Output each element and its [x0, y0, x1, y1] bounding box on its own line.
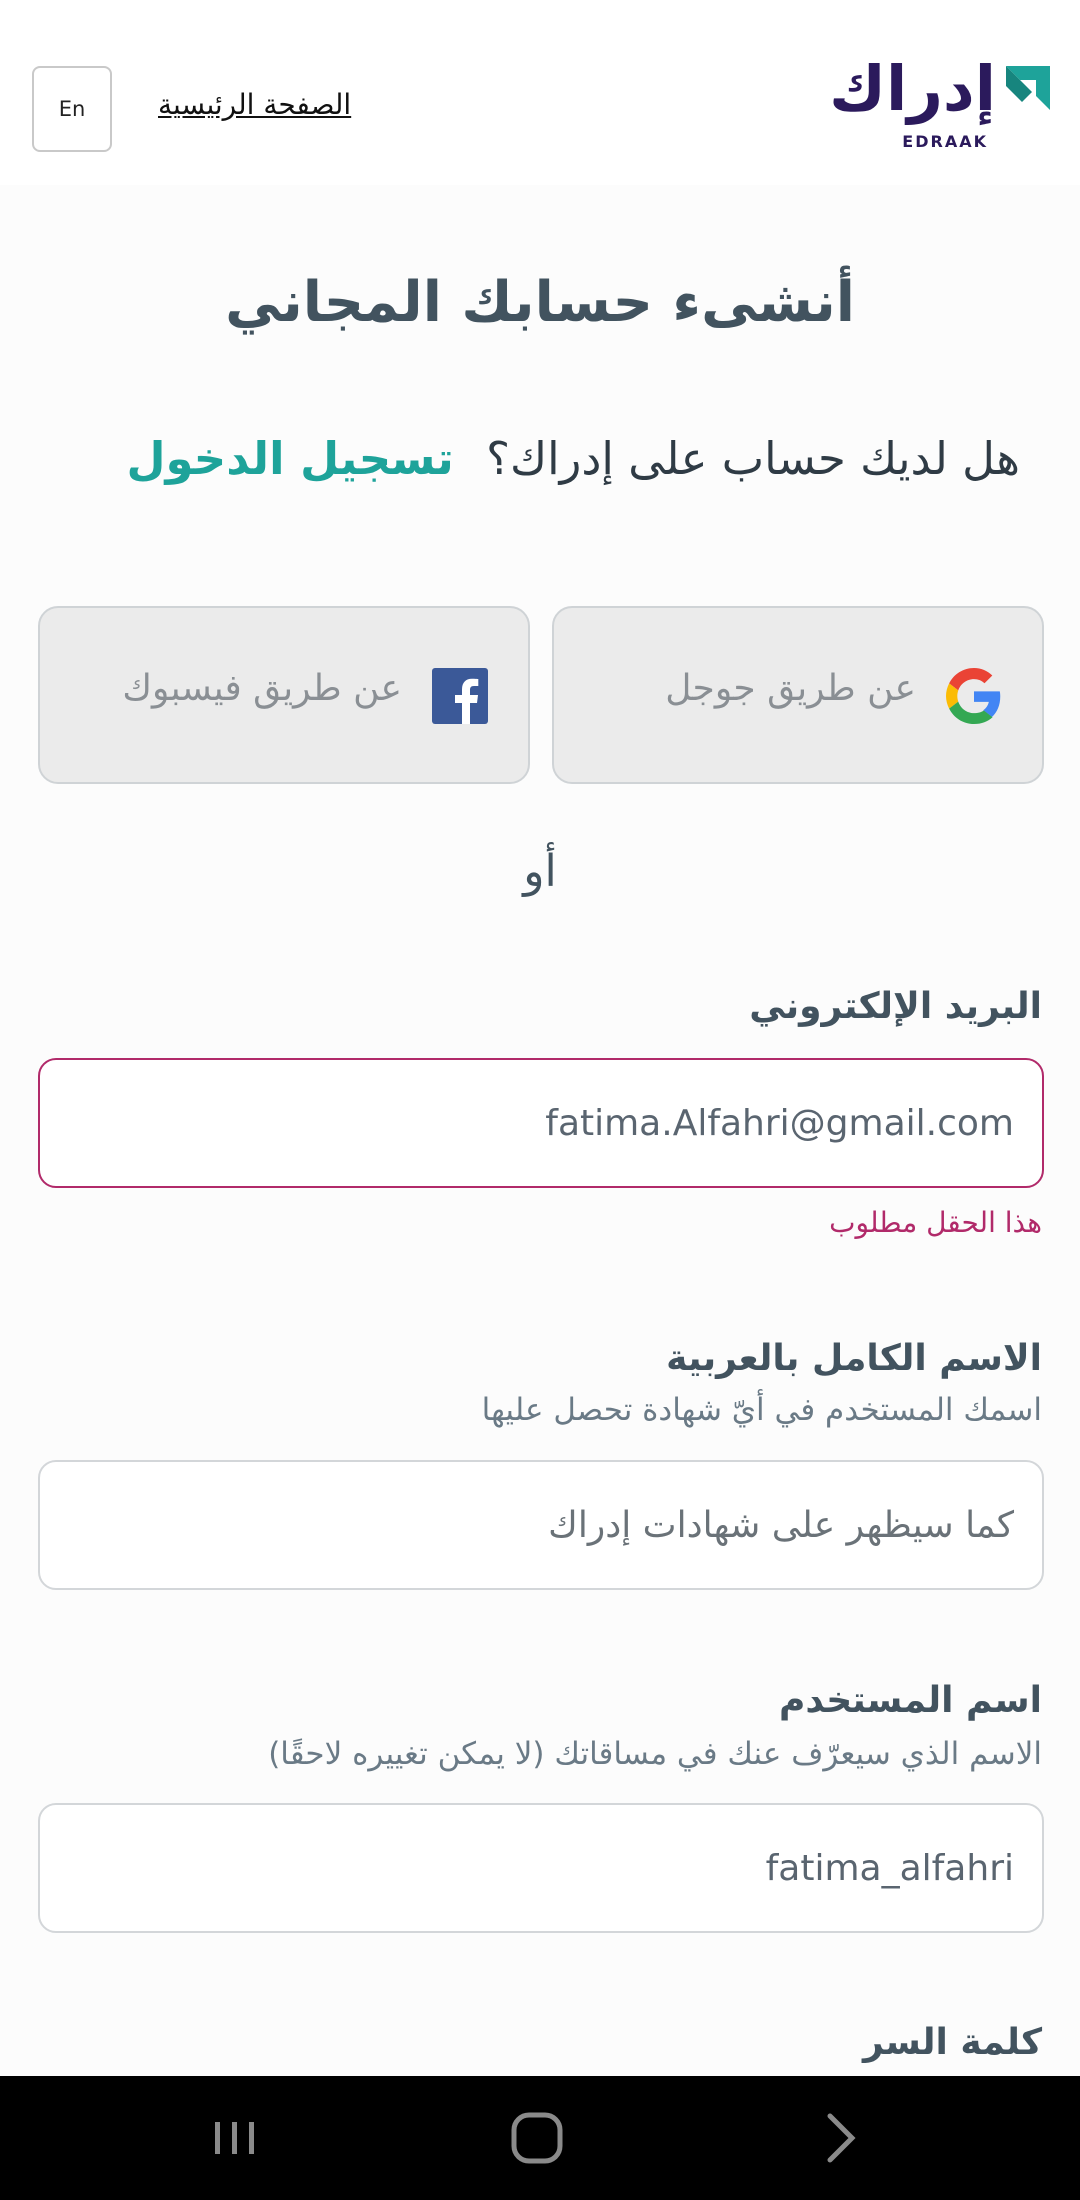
full-name-field[interactable]: كما سيظهر على شهادات إدراك [38, 1460, 1044, 1590]
password-label: كلمة السر [862, 2022, 1042, 2063]
edraak-logo[interactable]: إدراك EDRAAK [804, 52, 1054, 180]
login-link[interactable]: تسجيل الدخول [127, 432, 454, 485]
system-navigation-bar [0, 2076, 1080, 2200]
full-name-label: الاسم الكامل بالعربية [666, 1338, 1042, 1379]
home-circle-icon[interactable] [502, 2106, 572, 2170]
recents-icon[interactable] [200, 2106, 270, 2170]
login-question: هل لديك حساب على إدراك؟ [486, 432, 1020, 485]
facebook-icon [432, 668, 488, 724]
google-icon [946, 668, 1001, 724]
top-header: En الصفحة الرئيسية إدراك EDRAAK [0, 40, 1080, 185]
status-bar [0, 0, 1080, 40]
logo-subtext: EDRAAK [902, 132, 988, 151]
email-label: البريد الإلكتروني [749, 986, 1042, 1027]
google-signup-button[interactable]: عن طريق جوجل [552, 606, 1044, 784]
back-chevron-icon[interactable] [806, 2106, 876, 2170]
or-divider: أو [523, 846, 557, 897]
username-field[interactable]: fatima_alfahri [38, 1803, 1044, 1933]
full-name-hint: اسمك المستخدم في أيّ شهادة تحصل عليها [481, 1392, 1042, 1428]
home-page-link[interactable]: الصفحة الرئيسية [158, 88, 351, 121]
email-field[interactable]: fatima.Alfahri@gmail.com [38, 1058, 1044, 1188]
logo-text: إدراك [829, 52, 998, 125]
google-signup-label: عن طريق جوجل [665, 668, 916, 709]
username-hint: الاسم الذي سيعرّف عنك في مساقاتك (لا يمك… [268, 1736, 1042, 1772]
username-label: اسم المستخدم [779, 1680, 1042, 1721]
login-prompt: هل لديك حساب على إدراك؟ تسجيل الدخول [127, 432, 1021, 485]
email-error-message: هذا الحقل مطلوب [829, 1206, 1042, 1239]
facebook-signup-button[interactable]: عن طريق فيسبوك [38, 606, 530, 784]
language-toggle-button[interactable]: En [32, 66, 112, 152]
facebook-signup-label: عن طريق فيسبوك [122, 668, 402, 709]
page-title: أنشىء حسابك المجاني [225, 270, 855, 335]
edraak-logo-icon [1006, 66, 1050, 110]
